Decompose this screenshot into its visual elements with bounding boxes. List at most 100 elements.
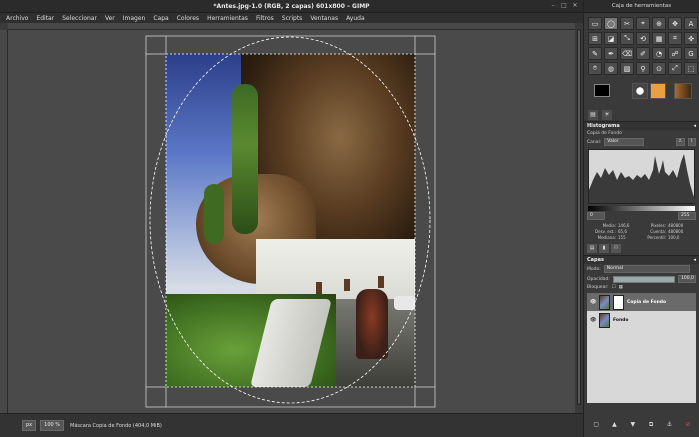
horizontal-ruler[interactable]: [8, 23, 575, 30]
tool-button[interactable]: ▭: [588, 17, 602, 30]
selection-overlay: [145, 35, 436, 408]
tool-button[interactable]: ✜: [684, 32, 698, 45]
menu-filtros[interactable]: Filtros: [252, 15, 278, 22]
tool-button[interactable]: ⌾: [588, 62, 602, 75]
stat-label: Desv. est.:: [595, 229, 616, 234]
tool-button[interactable]: ✐: [636, 47, 650, 60]
tool-button[interactable]: ◔: [652, 47, 666, 60]
menu-ventanas[interactable]: Ventanas: [306, 15, 342, 22]
menu-bar: Archivo Editar Seleccionar Ver Imagen Ca…: [0, 13, 583, 23]
tool-button[interactable]: ◪: [604, 32, 618, 45]
pattern-preview[interactable]: [650, 83, 666, 99]
brush-preview[interactable]: [632, 83, 648, 99]
tool-button[interactable]: A: [684, 17, 698, 30]
tool-options-tabs: ▤ ☀: [588, 109, 695, 121]
panel-menu-icon[interactable]: ◂: [693, 123, 696, 129]
menu-scripts[interactable]: Scripts: [278, 15, 307, 22]
opacity-slider[interactable]: [612, 275, 675, 283]
menu-ayuda[interactable]: Ayuda: [342, 15, 369, 22]
layers-tab-icon[interactable]: ▤: [587, 244, 597, 253]
panel-menu-icon[interactable]: ◂: [693, 257, 696, 263]
channel-select[interactable]: Valor: [604, 138, 645, 146]
anchor-layer-icon[interactable]: ⚓: [665, 420, 674, 429]
mode-row: Modo: Normal: [584, 264, 699, 274]
handle-top-left: [145, 35, 167, 55]
menu-editar[interactable]: Editar: [32, 15, 58, 22]
foreground-color[interactable]: [594, 84, 610, 97]
delete-layer-icon[interactable]: ⊘: [683, 420, 692, 429]
layer-mask-thumbnail[interactable]: [613, 294, 624, 310]
tool-button[interactable]: ✥: [668, 17, 682, 30]
lock-alpha-icon[interactable]: ▦: [619, 285, 623, 290]
lower-layer-icon[interactable]: ▼: [628, 420, 637, 429]
range-max[interactable]: 255: [678, 212, 696, 220]
histogram-layer: Copia de Fondo: [587, 131, 622, 136]
channels-tab-icon[interactable]: ▮: [599, 244, 609, 253]
tool-button[interactable]: ⊙: [652, 62, 666, 75]
menu-capa[interactable]: Capa: [149, 15, 172, 22]
close-icon[interactable]: ✕: [571, 2, 579, 10]
tool-button[interactable]: ▧: [620, 62, 634, 75]
tool-button[interactable]: ✂: [620, 17, 634, 30]
raise-layer-icon[interactable]: ▲: [610, 420, 619, 429]
tool-button[interactable]: ◍: [604, 62, 618, 75]
layer-row[interactable]: 👁 Fondo: [587, 311, 696, 329]
minimize-icon[interactable]: –: [549, 2, 557, 10]
tool-button[interactable]: ⊞: [588, 32, 602, 45]
new-layer-icon[interactable]: ▢: [592, 420, 601, 429]
opacity-row: Opacidad: 100,0: [584, 274, 699, 284]
tool-button[interactable]: ▦: [652, 32, 666, 45]
linear-histogram-icon[interactable]: ⎍: [675, 138, 685, 146]
tool-button[interactable]: ⚲: [636, 62, 650, 75]
ruler-corner[interactable]: [0, 23, 8, 30]
eye-icon[interactable]: 👁: [590, 317, 596, 323]
stat-value: 155: [618, 235, 626, 240]
tool-options-icon[interactable]: ▤: [588, 110, 598, 120]
menu-colores[interactable]: Colores: [173, 15, 203, 22]
layer-row[interactable]: 👁 Copia de Fondo: [587, 293, 696, 311]
tool-button[interactable]: ⤢: [668, 62, 682, 75]
image-canvas[interactable]: [8, 30, 575, 413]
tool-button[interactable]: ⤡: [620, 32, 634, 45]
tool-button[interactable]: ⟲: [636, 32, 650, 45]
gradient-preview[interactable]: [674, 83, 692, 99]
lock-pixels-checkbox[interactable]: ☐: [612, 285, 616, 290]
unit-select[interactable]: px: [22, 420, 37, 431]
tool-button[interactable]: ⊕: [652, 17, 666, 30]
menu-herramientas[interactable]: Herramientas: [203, 15, 252, 22]
stat-label: Mediana:: [597, 235, 616, 240]
stat-label: Píxeles:: [650, 223, 666, 228]
tool-button[interactable]: ◯: [604, 17, 618, 30]
tool-grid: ▭ ◯ ✂ ⌖ ⊕ ✥ A ⊞ ◪ ⤡ ⟲ ▦ ⌗ ✜ ✎ ✒ ⌫ ✐ ◔ ☍ G ⌾ ◍ ▧ ⚲ ⊙ ⤢ ⬚: [584, 13, 699, 79]
range-min[interactable]: 0: [587, 212, 605, 220]
tool-button[interactable]: ✒: [604, 47, 618, 60]
histogram-area: [589, 154, 695, 203]
stat-label: Media:: [602, 223, 616, 228]
tool-button[interactable]: G: [684, 47, 698, 60]
histogram-curve: [589, 154, 695, 203]
zoom-select[interactable]: 100 %: [40, 420, 65, 431]
tool-button[interactable]: ☍: [668, 47, 682, 60]
opacity-value[interactable]: 100,0: [678, 275, 696, 283]
eye-icon[interactable]: 👁: [590, 299, 596, 305]
layer-thumbnail: [599, 294, 610, 310]
scroll-thumb[interactable]: [577, 29, 581, 405]
tool-button[interactable]: ⌖: [636, 17, 650, 30]
vertical-ruler[interactable]: [0, 30, 8, 413]
histogram-graph[interactable]: [588, 149, 695, 204]
maximize-icon[interactable]: □: [560, 2, 568, 10]
paths-tab-icon[interactable]: ⚇: [611, 244, 621, 253]
menu-archivo[interactable]: Archivo: [2, 15, 32, 22]
duplicate-layer-icon[interactable]: ⧉: [647, 420, 656, 429]
device-status-icon[interactable]: ☀: [602, 110, 612, 120]
menu-ver[interactable]: Ver: [101, 15, 119, 22]
menu-seleccionar[interactable]: Seleccionar: [58, 15, 101, 22]
tool-button[interactable]: ⌗: [668, 32, 682, 45]
vertical-scrollbar[interactable]: [575, 23, 583, 413]
tool-button[interactable]: ✎: [588, 47, 602, 60]
menu-imagen[interactable]: Imagen: [119, 15, 150, 22]
tool-button[interactable]: ⌫: [620, 47, 634, 60]
log-histogram-icon[interactable]: ⌇: [687, 138, 696, 146]
mode-select[interactable]: Normal: [603, 265, 690, 273]
tool-button[interactable]: ⬚: [684, 62, 698, 75]
